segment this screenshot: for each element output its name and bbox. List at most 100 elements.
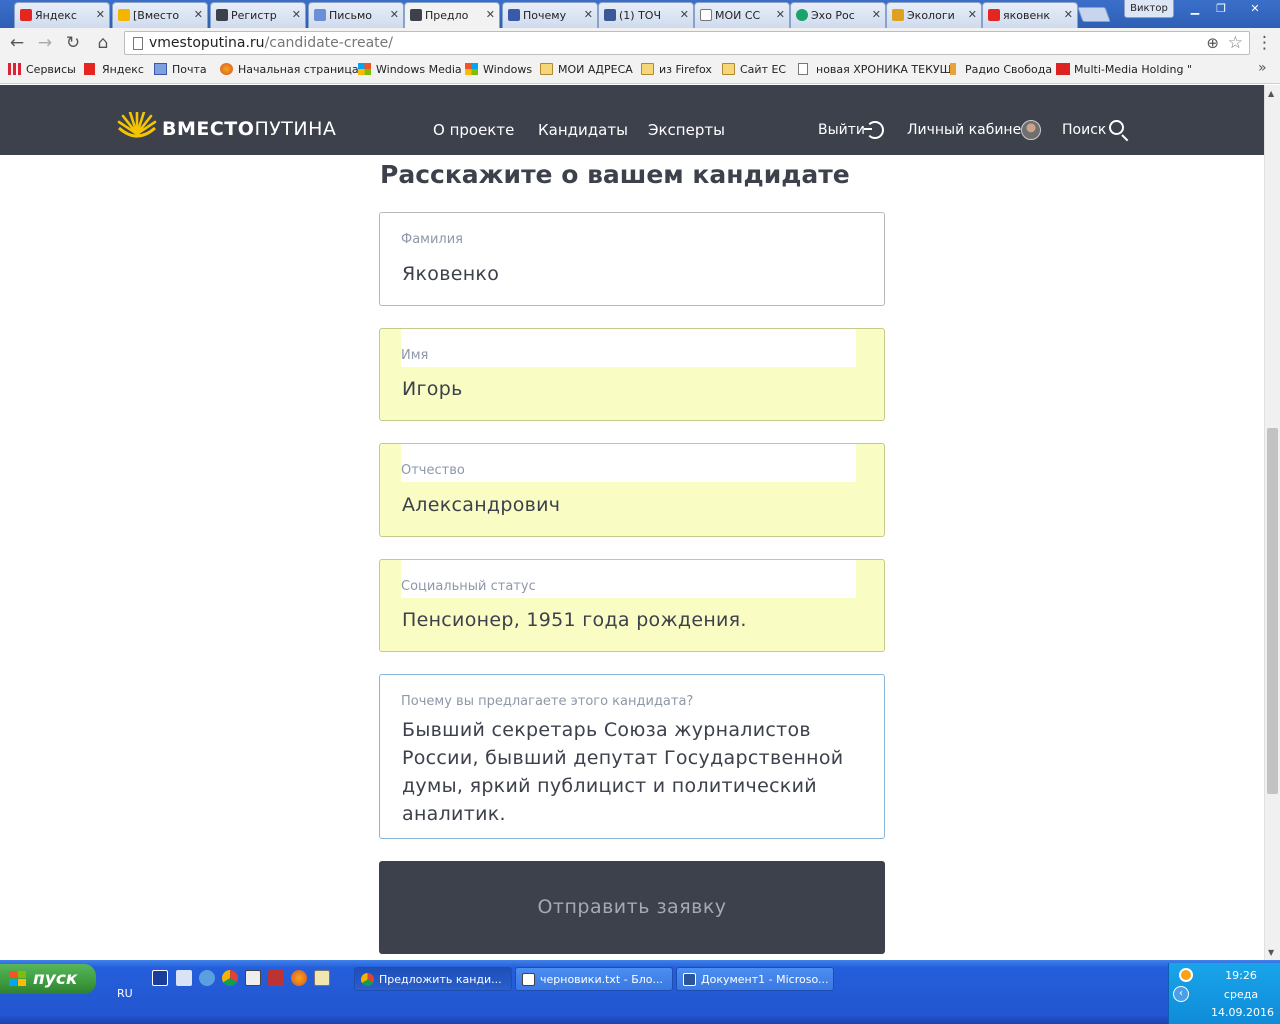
close-icon[interactable]: ✕ <box>584 8 593 21</box>
tray-app-icon[interactable] <box>1179 968 1193 982</box>
taskbar-task-notepad[interactable]: черновики.txt - Бло... <box>515 967 673 991</box>
firefox-icon[interactable] <box>291 970 307 986</box>
zoom-icon[interactable]: ⊕ <box>1206 34 1219 52</box>
patronymic-field[interactable]: Отчество Александрович <box>379 443 885 537</box>
app-icon[interactable] <box>268 970 284 986</box>
ie-icon[interactable] <box>199 970 215 986</box>
browser-tab-active[interactable]: Предло ✕ <box>404 2 500 28</box>
close-icon[interactable]: ✕ <box>194 8 203 21</box>
bookmarks-bar: Сервисы Яндекс Почта Начальная страница … <box>0 58 1280 84</box>
field-value: Бывший секретарь Союза журналистов Росси… <box>402 719 844 825</box>
address-bar[interactable]: vmestoputina.ru/candidate-create/ ⊕ ☆ <box>124 31 1250 55</box>
notes-icon[interactable] <box>314 970 330 986</box>
bookmark-item[interactable]: новая ХРОНИКА ТЕКУЩ <box>798 63 952 76</box>
close-window-icon[interactable]: ✕ <box>1240 0 1270 18</box>
form-title: Расскажите о вашем кандидате <box>380 160 850 189</box>
language-indicator[interactable]: RU <box>117 987 133 1000</box>
scroll-down-icon[interactable]: ▼ <box>1268 948 1274 957</box>
surname-field[interactable]: Фамилия Яковенко <box>379 212 885 306</box>
windows-flag-icon <box>9 971 27 987</box>
bookmark-item[interactable]: Windows Media <box>358 63 462 76</box>
scroll-up-icon[interactable]: ▲ <box>1268 89 1274 98</box>
system-tray: ‹ 19:26 среда 14.09.2016 <box>1168 963 1280 1024</box>
close-icon[interactable]: ✕ <box>96 8 105 21</box>
browser-tab[interactable]: Письмо ✕ <box>308 2 404 28</box>
page-icon <box>133 37 143 50</box>
profile-button[interactable]: Виктор <box>1124 0 1174 18</box>
chrome-icon[interactable] <box>222 970 238 986</box>
browser-tab[interactable]: Яндекс ✕ <box>14 2 110 28</box>
bookmark-item[interactable]: Радио Свобода <box>947 63 1052 76</box>
show-desktop-icon[interactable] <box>152 970 168 986</box>
browser-tab[interactable]: (1) ТОЧ ✕ <box>598 2 694 28</box>
search-icon[interactable] <box>1109 120 1124 135</box>
reason-textarea[interactable]: Почему вы предлагаете этого кандидата? Б… <box>379 674 885 839</box>
site-favicon-icon <box>508 9 520 21</box>
restore-icon[interactable]: ❐ <box>1208 0 1234 18</box>
folder-icon <box>641 63 654 75</box>
logout-icon[interactable] <box>864 121 884 139</box>
page-scrollbar[interactable]: ▲ ▼ <box>1264 85 1280 960</box>
nav-about[interactable]: О проекте <box>433 121 514 139</box>
bookmarks-more-icon[interactable]: » <box>1258 60 1267 76</box>
taskbar-task-word[interactable]: Документ1 - Microso... <box>676 967 834 991</box>
close-icon[interactable]: ✕ <box>486 8 495 21</box>
close-icon[interactable]: ✕ <box>1064 8 1073 21</box>
clock-date: 14.09.2016 <box>1211 1006 1274 1019</box>
avatar[interactable] <box>1021 120 1041 140</box>
site-favicon-icon <box>796 9 808 21</box>
nav-candidates[interactable]: Кандидаты <box>538 121 628 139</box>
bookmark-folder[interactable]: МОИ АДРЕСА <box>540 63 633 76</box>
close-icon[interactable]: ✕ <box>680 8 689 21</box>
clock-time[interactable]: 19:26 <box>1211 969 1271 982</box>
notepad-icon[interactable] <box>245 970 261 986</box>
browser-menu-icon[interactable]: ⋮ <box>1256 33 1273 53</box>
submit-button[interactable]: Отправить заявку <box>379 861 885 954</box>
search-link[interactable]: Поиск <box>1062 122 1106 138</box>
first-name-field[interactable]: Имя Игорь <box>379 328 885 421</box>
browser-tab[interactable]: Экологи ✕ <box>886 2 982 28</box>
page-icon <box>700 9 712 21</box>
page-icon <box>798 63 808 75</box>
home-icon[interactable]: ⌂ <box>92 32 114 54</box>
bookmark-folder[interactable]: Сайт ЕС <box>722 63 786 76</box>
browser-tab[interactable]: Эхо Рос ✕ <box>790 2 886 28</box>
bookmark-item[interactable]: Windows <box>465 63 532 76</box>
file-icon[interactable] <box>176 970 192 986</box>
bookmark-item[interactable]: Почта <box>154 63 207 76</box>
browser-tab[interactable]: Почему ✕ <box>502 2 598 28</box>
scroll-thumb[interactable] <box>1267 428 1278 794</box>
nav-experts[interactable]: Эксперты <box>648 121 725 139</box>
reload-icon[interactable]: ↻ <box>62 32 84 54</box>
close-icon[interactable]: ✕ <box>968 8 977 21</box>
browser-tab[interactable]: [Вместо ✕ <box>112 2 208 28</box>
field-label: Социальный статус <box>401 579 536 594</box>
back-icon[interactable]: ← <box>6 32 28 54</box>
logout-link[interactable]: Выйти <box>818 122 865 138</box>
bookmark-star-icon[interactable]: ☆ <box>1228 33 1243 53</box>
new-tab-button[interactable] <box>1077 7 1111 22</box>
minimize-icon[interactable]: ▁ <box>1182 0 1208 18</box>
taskbar-task-chrome[interactable]: Предложить канди... <box>354 967 512 991</box>
browser-tab[interactable]: МОИ СС ✕ <box>694 2 790 28</box>
forward-icon[interactable]: → <box>34 32 56 54</box>
sun-logo-icon <box>117 112 157 138</box>
chevron-left-icon[interactable]: ‹ <box>1173 986 1189 1002</box>
start-button[interactable]: пуск <box>0 964 96 994</box>
browser-tab[interactable]: яковенк ✕ <box>982 2 1078 28</box>
bookmark-item[interactable]: Начальная страница <box>220 63 359 76</box>
chrome-icon <box>361 973 374 986</box>
close-icon[interactable]: ✕ <box>292 8 301 21</box>
close-icon[interactable]: ✕ <box>872 8 881 21</box>
browser-tab[interactable]: Регистр ✕ <box>210 2 306 28</box>
field-value: Пенсионер, 1951 года рождения. <box>402 609 747 631</box>
social-status-field[interactable]: Социальный статус Пенсионер, 1951 года р… <box>379 559 885 652</box>
bookmark-folder[interactable]: из Firefox <box>641 63 712 76</box>
close-icon[interactable]: ✕ <box>390 8 399 21</box>
folder-icon <box>540 63 553 75</box>
close-icon[interactable]: ✕ <box>776 8 785 21</box>
bookmark-item[interactable]: Сервисы <box>8 63 76 76</box>
cabinet-link[interactable]: Личный кабинет <box>907 122 1029 138</box>
bookmark-item[interactable]: Multi-Media Holding "NAS <box>1056 63 1192 76</box>
bookmark-item[interactable]: Яндекс <box>84 63 144 76</box>
